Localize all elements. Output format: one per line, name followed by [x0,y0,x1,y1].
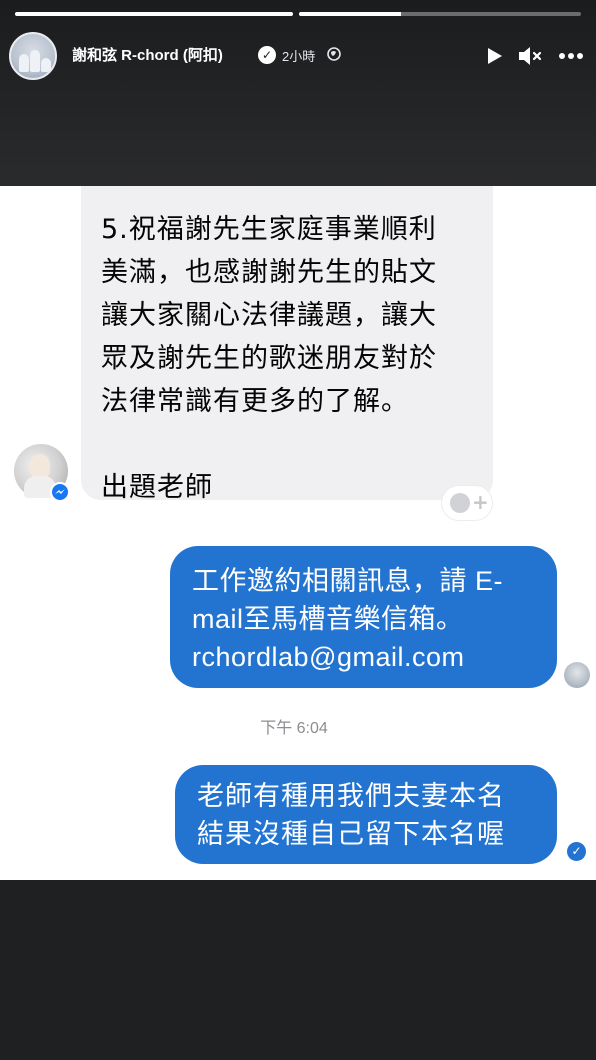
story-bottom-background [0,880,596,1060]
story-header: 謝和弦 R-chord (阿扣) ✓ 2小時 [0,24,596,88]
story-progress-fill-2 [299,12,401,16]
chat-screenshot: 5.祝福謝先生家庭事業順利 美滿，也感謝謝先生的貼文 讓大家關心法律議題，讓大 … [0,186,596,880]
timestamp-text: 下午 6:04 [260,720,328,737]
story-progress-bar-1 [15,12,293,16]
globe-icon [327,47,341,61]
incoming-message-text: 5.祝福謝先生家庭事業順利 美滿，也感謝謝先生的貼文 讓大家關心法律議題，讓大 … [101,214,437,503]
sent-check-icon: ✓ [567,842,586,861]
story-progress-bar-2 [299,12,581,16]
add-reaction-button[interactable]: + [442,486,492,520]
message-timestamp: 下午 6:04 [0,714,596,738]
verified-badge-icon: ✓ [258,46,276,64]
outgoing-auto-reply-bubble: 工作邀約相關訊息，請 E- mail至馬槽音樂信箱。 rchordlab@gma… [170,546,557,688]
profile-avatar[interactable] [9,32,57,80]
recipient-avatar-small [564,662,590,688]
story-progress-fill-1 [15,12,293,16]
messenger-icon [50,482,70,502]
incoming-message-bubble: 5.祝福謝先生家庭事業順利 美滿，也感謝謝先生的貼文 讓大家關心法律議題，讓大 … [81,186,493,503]
profile-name[interactable]: 謝和弦 R-chord (阿扣) [72,44,223,65]
post-time: 2小時 [282,49,316,64]
outgoing-auto-reply-text: 工作邀約相關訊息，請 E- mail至馬槽音樂信箱。 rchordlab@gma… [192,566,504,672]
outgoing-message-bubble: 老師有種用我們夫妻本名 結果沒種自己留下本名喔 [175,765,557,864]
muted-speaker-icon[interactable] [516,44,546,68]
play-icon[interactable] [484,46,504,66]
plus-icon: + [472,490,489,514]
outgoing-message-text: 老師有種用我們夫妻本名 結果沒種自己留下本名喔 [197,781,505,849]
more-dots-icon[interactable] [556,44,586,68]
smiley-icon [450,493,470,513]
